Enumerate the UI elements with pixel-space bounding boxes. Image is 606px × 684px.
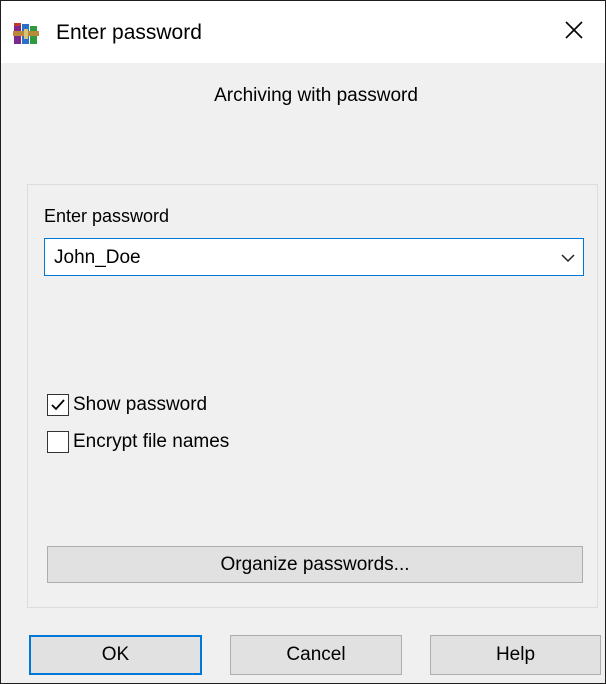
show-password-option[interactable]: Show password [47,393,207,417]
encrypt-file-names-checkbox[interactable] [47,431,69,453]
password-value[interactable]: John_Doe [54,247,141,269]
encrypt-file-names-label: Encrypt file names [73,431,230,452]
title-bar[interactable]: Enter password [1,1,605,63]
organize-passwords-button[interactable]: Organize passwords... [47,546,583,583]
close-icon [564,20,584,45]
help-button[interactable]: Help [430,635,601,675]
checkmark-icon [51,399,65,411]
password-combobox[interactable]: John_Doe [44,238,584,276]
close-button[interactable] [543,1,605,63]
show-password-label: Show password [73,394,208,415]
ok-button[interactable]: OK [29,635,202,675]
show-password-checkbox[interactable] [47,394,69,416]
winrar-books-icon [13,21,39,45]
chevron-down-icon[interactable] [560,250,576,266]
window-title: Enter password [56,21,202,44]
password-label: Enter password [44,206,170,226]
password-dialog: Enter password Archiving with password E… [0,0,606,684]
dialog-heading: Archiving with password [214,85,418,106]
encrypt-file-names-option[interactable]: Encrypt file names [47,430,229,454]
cancel-button[interactable]: Cancel [230,635,402,675]
